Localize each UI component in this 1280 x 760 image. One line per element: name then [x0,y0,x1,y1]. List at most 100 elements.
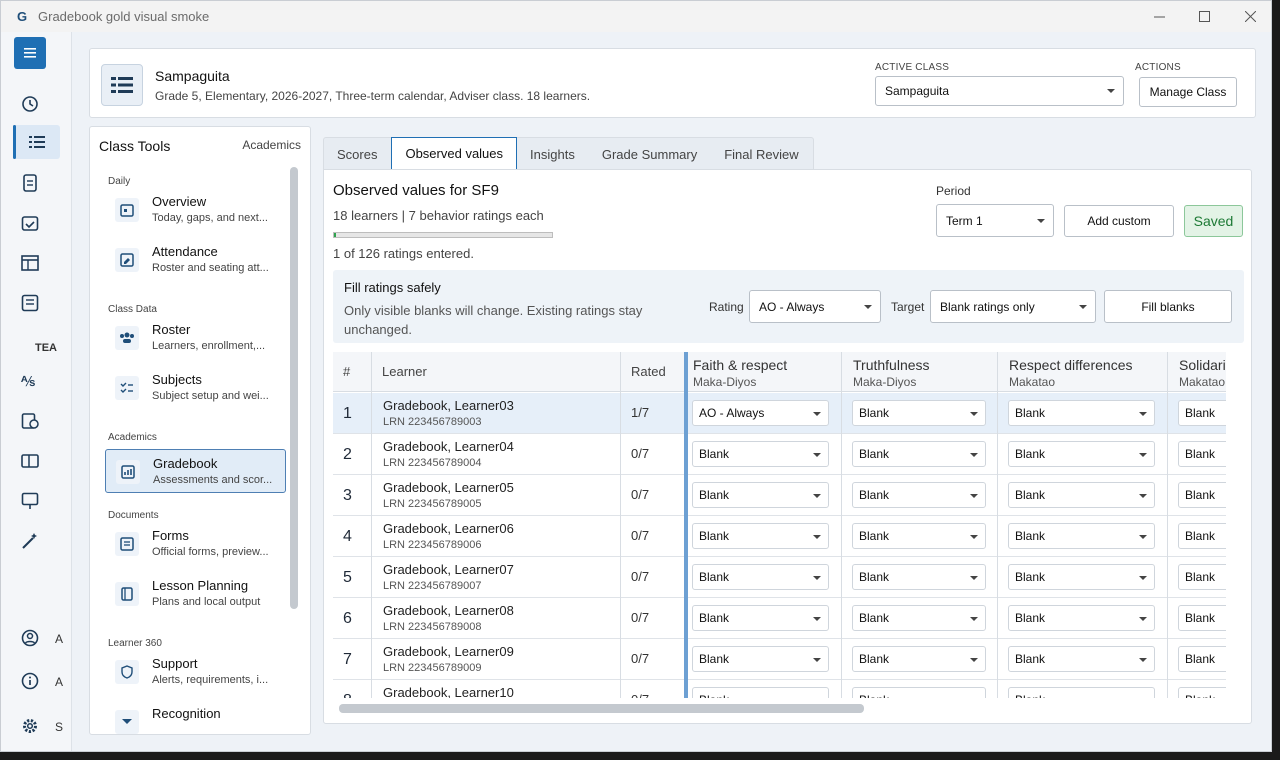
rail-account-button[interactable] [14,622,46,654]
manage-class-button[interactable]: Manage Class [1139,77,1237,107]
rail-history-button[interactable] [14,88,46,120]
chevron-down-icon [813,494,821,498]
rating-select[interactable]: Blank [1008,400,1155,426]
checklist-icon [115,376,139,400]
header-faith-respect[interactable]: Faith & respect Maka-Diyos [685,352,841,392]
header-truthfulness[interactable]: Truthfulness Maka-Diyos [845,352,1001,392]
menu-button[interactable] [14,37,46,69]
rating-select[interactable]: Blank [852,441,986,467]
rating-select[interactable]: Blank [1178,564,1226,590]
tab-grade-summary[interactable]: Grade Summary [589,138,711,171]
period-select[interactable]: Term 1 [936,204,1054,237]
minimize-icon [1153,16,1165,18]
rating-select[interactable]: Blank [852,523,986,549]
rail-presentation-button[interactable] [14,485,46,517]
rating-select[interactable]: Blank [692,687,829,698]
tool-item-overview[interactable]: Overview Today, gaps, and next... [105,188,286,232]
rating-select[interactable]: Blank [1008,482,1155,508]
rating-select[interactable]: Blank [1178,400,1226,426]
table-row[interactable]: 2 Gradebook, Learner04 LRN 223456789004 0/7… [333,434,1226,475]
table-row[interactable]: 1 Gradebook, Learner03 LRN 223456789003 1/7… [333,393,1226,434]
learner-name: Gradebook, Learner06 [383,521,514,536]
grid-horizontal-scrollbar[interactable] [339,704,864,713]
table-row[interactable]: 4 Gradebook, Learner06 LRN 223456789006 0/7… [333,516,1226,557]
learner-name: Gradebook, Learner10 [383,685,514,698]
rating-select[interactable]: Blank [1008,564,1155,590]
rating-select[interactable]: Blank [1008,687,1155,698]
tool-item-attendance[interactable]: Attendance Roster and seating att... [105,238,286,282]
rating-select[interactable]: Blank [1178,482,1226,508]
rating-select[interactable]: Blank [692,441,829,467]
header-solidarity[interactable]: Solidarity Makatao [1171,352,1226,392]
tab-final-review[interactable]: Final Review [711,138,812,171]
rating-select[interactable]: Blank [1178,441,1226,467]
tab-scores[interactable]: Scores [324,138,391,171]
attendance-icon [115,248,139,272]
rail-grades-button[interactable]: ⅍ [14,365,46,397]
rating-select[interactable]: Blank [852,400,986,426]
rail-report-button[interactable] [14,287,46,319]
rating-select[interactable]: Blank [852,646,986,672]
rail-about-button[interactable] [14,665,46,697]
rating-select[interactable]: Blank [692,523,829,549]
chevron-down-icon [813,617,821,621]
fill-blanks-button[interactable]: Fill blanks [1104,290,1232,323]
chevron-down-icon [970,535,978,539]
rating-select[interactable]: Blank [1008,441,1155,467]
tool-item-subjects[interactable]: Subjects Subject setup and wei... [105,366,286,410]
rail-documents-button[interactable] [14,167,46,199]
rating-select[interactable]: Blank [1178,687,1226,698]
tool-item-recognition[interactable]: Recognition [105,700,286,734]
learner-name: Gradebook, Learner05 [383,480,514,495]
add-custom-button[interactable]: Add custom [1064,205,1174,237]
rail-magic-button[interactable] [14,525,46,557]
rating-select[interactable]: AO - Always [749,290,881,323]
table-row[interactable]: 8 Gradebook, Learner10 0/7 Blank Blank Blank B… [333,680,1226,698]
table-row[interactable]: 5 Gradebook, Learner07 LRN 223456789007 0/7… [333,557,1226,598]
rail-table-button[interactable] [14,247,46,279]
table-row[interactable]: 7 Gradebook, Learner09 LRN 223456789009 0/7… [333,639,1226,680]
header-rated[interactable]: Rated [621,352,684,392]
header-respect-differences[interactable]: Respect differences Makatao [1001,352,1171,392]
rating-select[interactable]: Blank [1178,605,1226,631]
maximize-button[interactable] [1181,1,1227,32]
rating-select[interactable]: Blank [852,605,986,631]
rating-select[interactable]: Blank [1008,523,1155,549]
rating-select[interactable]: Blank [692,605,829,631]
rating-select[interactable]: Blank [1178,646,1226,672]
rail-settings-button[interactable] [14,710,46,742]
class-tools-panel: Class Tools Academics Daily Overview Tod… [89,126,311,735]
tool-item-forms[interactable]: Forms Official forms, preview... [105,522,286,566]
rating-value: Blank [1015,570,1046,584]
tab-observed-values[interactable]: Observed values [391,137,518,170]
rating-select[interactable]: Blank [852,482,986,508]
tool-item-roster[interactable]: Roster Learners, enrollment,... [105,316,286,360]
rating-value: Blank [859,652,890,666]
rating-select[interactable]: Blank [1008,646,1155,672]
active-class-select[interactable]: Sampaguita [875,76,1124,106]
rating-select[interactable]: AO - Always [692,400,829,426]
close-button[interactable] [1227,1,1271,32]
tool-item-support[interactable]: Support Alerts, requirements, i... [105,650,286,694]
rating-select[interactable]: Blank [692,646,829,672]
table-row[interactable]: 3 Gradebook, Learner05 LRN 223456789005 0/7… [333,475,1226,516]
header-learner[interactable]: Learner [372,352,620,392]
chevron-down-icon [1139,535,1147,539]
target-select[interactable]: Blank ratings only [930,290,1096,323]
tab-insights[interactable]: Insights [517,138,589,171]
rating-select[interactable]: Blank [852,687,986,698]
rating-select[interactable]: Blank [1178,523,1226,549]
rail-classes-button[interactable] [21,126,53,158]
minimize-button[interactable] [1136,1,1182,32]
rating-select[interactable]: Blank [852,564,986,590]
rail-schedule-button[interactable] [14,405,46,437]
rail-calendar-button[interactable] [14,207,46,239]
rail-book-button[interactable] [14,445,46,477]
tool-item-lesson-planning[interactable]: Lesson Planning Plans and local output [105,572,286,616]
rating-select[interactable]: Blank [692,564,829,590]
rating-select[interactable]: Blank [692,482,829,508]
rating-select[interactable]: Blank [1008,605,1155,631]
table-row[interactable]: 6 Gradebook, Learner08 LRN 223456789008 0/7… [333,598,1226,639]
tools-scrollbar[interactable] [290,167,298,609]
tool-item-gradebook[interactable]: Gradebook Assessments and scor... [105,449,286,493]
